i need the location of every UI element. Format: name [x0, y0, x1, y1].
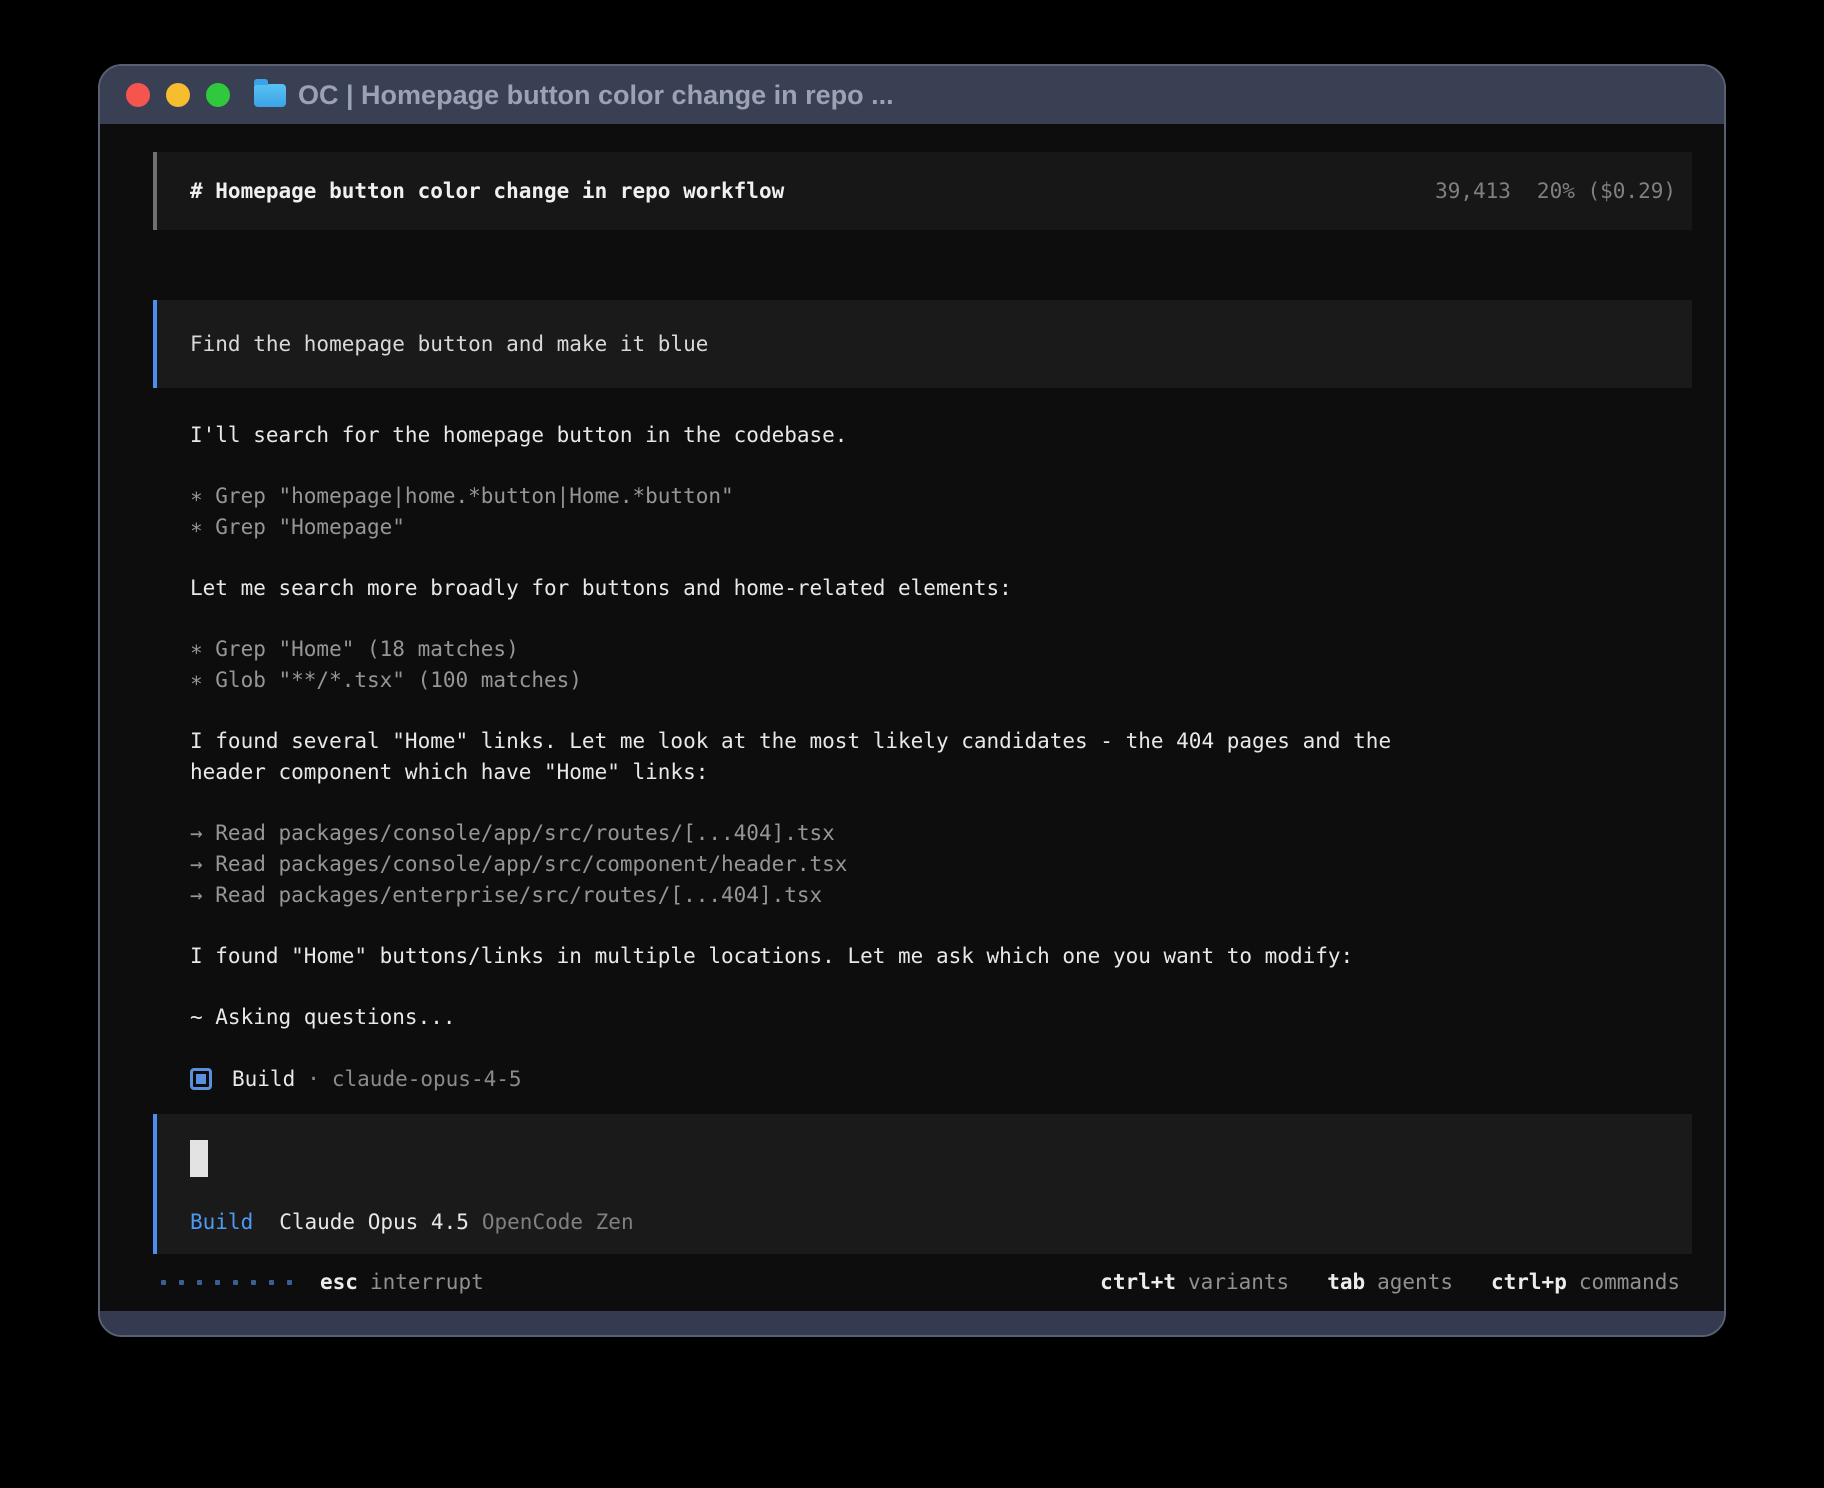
esc-key-hint: esc: [320, 1270, 358, 1294]
context-usage: 20% ($0.29): [1537, 179, 1676, 203]
model-info-line: Build Claude Opus 4.5 OpenCode Zen: [190, 1210, 1676, 1234]
assistant-text: I found several "Home" links. Let me loo…: [190, 726, 1692, 757]
agent-status-row: Build · claude-opus-4-5: [190, 1063, 1692, 1094]
input-model-label: Claude Opus 4.5: [279, 1210, 469, 1234]
user-message-text: Find the homepage button and make it blu…: [190, 332, 708, 356]
spinner-icon: [161, 1280, 292, 1285]
tool-call-read: → Read packages/console/app/src/componen…: [190, 849, 1692, 880]
tool-call-grep: ∗ Grep "Homepage": [190, 512, 1692, 543]
session-meta: 39,413 20% ($0.29): [1435, 179, 1676, 203]
tool-call-group: ∗ Grep "homepage|home.*button|Home.*butt…: [153, 481, 1692, 543]
tool-call-read: → Read packages/console/app/src/routes/[…: [190, 818, 1692, 849]
window-bottom-edge: [100, 1311, 1724, 1335]
zoom-button[interactable]: [206, 83, 230, 107]
assistant-paragraph: I found several "Home" links. Let me loo…: [153, 726, 1692, 788]
terminal-window: OC | Homepage button color change in rep…: [98, 64, 1726, 1337]
shortcut-agents: tabagents: [1327, 1270, 1453, 1294]
agent-model: claude-opus-4-5: [332, 1067, 522, 1091]
window-title: OC | Homepage button color change in rep…: [298, 80, 894, 111]
desktop: OC | Homepage button color change in rep…: [0, 0, 1824, 1488]
window-titlebar[interactable]: OC | Homepage button color change in rep…: [100, 66, 1724, 124]
status-bar: esc interrupt ctrl+tvariants tabagents c…: [153, 1262, 1692, 1302]
terminal-content: # Homepage button color change in repo w…: [100, 124, 1724, 1311]
user-message-block: Find the homepage button and make it blu…: [153, 300, 1692, 388]
agent-separator: ·: [307, 1067, 320, 1091]
input-agent-label: Build: [190, 1210, 253, 1234]
assistant-text: Let me search more broadly for buttons a…: [190, 573, 1692, 604]
build-agent-icon: [190, 1068, 212, 1090]
prompt-input[interactable]: Build Claude Opus 4.5 OpenCode Zen: [153, 1114, 1692, 1254]
session-title: # Homepage button color change in repo w…: [190, 179, 784, 203]
tool-call-grep: ∗ Grep "homepage|home.*button|Home.*butt…: [190, 481, 1692, 512]
minimize-button[interactable]: [166, 83, 190, 107]
assistant-text: I'll search for the homepage button in t…: [190, 420, 1692, 451]
assistant-text: I found "Home" buttons/links in multiple…: [190, 941, 1692, 972]
tool-call-grep: ∗ Grep "Home" (18 matches): [190, 634, 1692, 665]
shortcut-variants: ctrl+tvariants: [1100, 1270, 1289, 1294]
agent-name: Build: [232, 1067, 295, 1091]
token-count: 39,413: [1435, 179, 1511, 203]
folder-icon: [254, 84, 286, 107]
tool-call-group: → Read packages/console/app/src/routes/[…: [153, 818, 1692, 911]
text-cursor: [190, 1140, 208, 1177]
tool-call-group: ∗ Grep "Home" (18 matches) ∗ Glob "**/*.…: [153, 634, 1692, 696]
shortcut-commands: ctrl+pcommands: [1491, 1270, 1680, 1294]
esc-key-label: interrupt: [370, 1270, 484, 1294]
input-provider-label: OpenCode Zen: [482, 1210, 634, 1234]
status-right: ctrl+tvariants tabagents ctrl+pcommands: [1100, 1270, 1680, 1294]
traffic-lights: [126, 83, 230, 107]
close-button[interactable]: [126, 83, 150, 107]
tool-call-glob: ∗ Glob "**/*.tsx" (100 matches): [190, 665, 1692, 696]
asking-status: ~ Asking questions...: [190, 1002, 1692, 1033]
assistant-text: header component which have "Home" links…: [190, 757, 1692, 788]
status-left: esc interrupt: [161, 1270, 484, 1294]
session-header: # Homepage button color change in repo w…: [153, 152, 1692, 230]
tool-call-read: → Read packages/enterprise/src/routes/[.…: [190, 880, 1692, 911]
